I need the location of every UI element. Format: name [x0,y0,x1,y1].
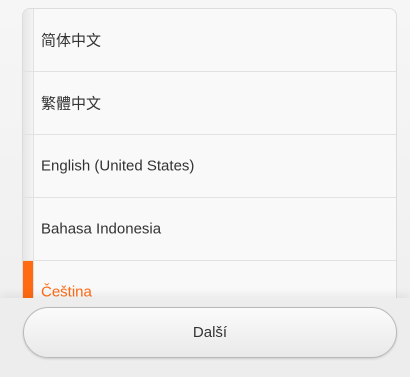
next-button[interactable]: Další [23,307,397,358]
language-item-label: 简体中文 [41,32,102,50]
language-item-label: English (United States) [41,157,195,175]
language-item-id[interactable]: Bahasa Indonesia [23,198,396,261]
language-item-label: 繁體中文 [41,95,102,113]
language-item-zh-hans[interactable]: 简体中文 [23,9,396,72]
language-list[interactable]: 简体中文 繁體中文 English (United States) Bahasa… [22,8,397,308]
language-item-en-us[interactable]: English (United States) [23,135,396,198]
language-item-zh-hant[interactable]: 繁體中文 [23,72,396,135]
language-selection-screen: 简体中文 繁體中文 English (United States) Bahasa… [0,0,410,377]
language-item-label: Bahasa Indonesia [41,220,162,238]
